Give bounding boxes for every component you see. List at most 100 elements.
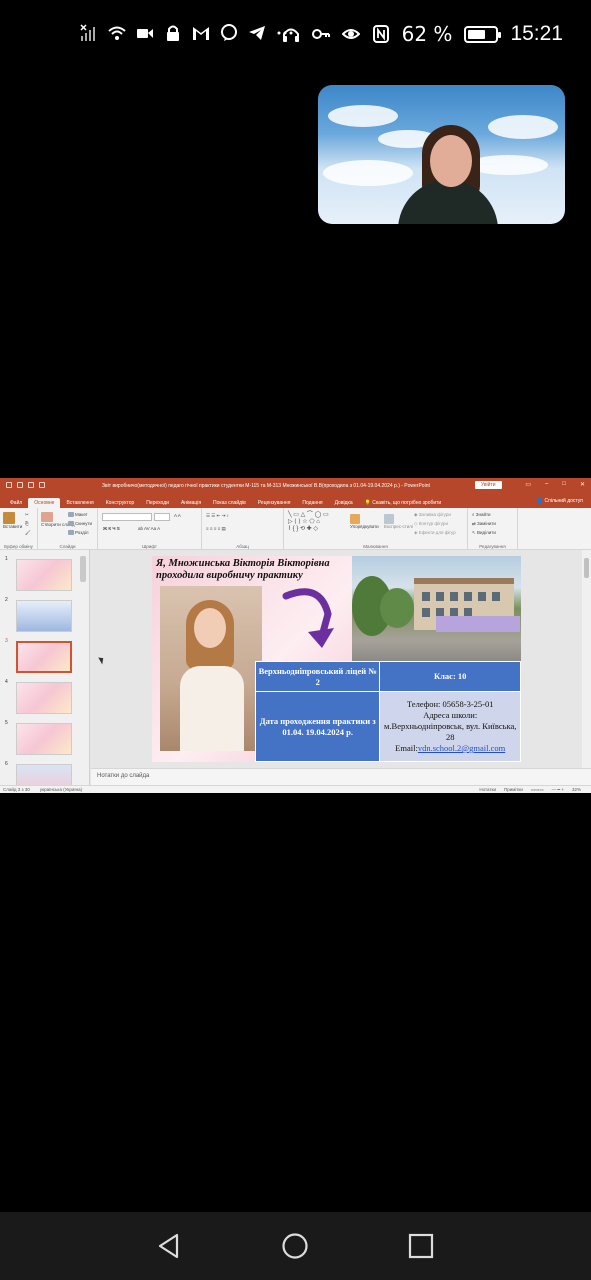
zoom-slider[interactable]: — ━ + <box>552 787 564 793</box>
reset-button[interactable]: Скинути <box>68 521 92 527</box>
group-label-drawing: Малювання <box>363 544 388 549</box>
battery-percent: 62 % <box>401 22 453 46</box>
arrange-button[interactable]: Упорядкувати <box>350 514 379 529</box>
font-size-input[interactable] <box>154 513 170 521</box>
cut-icon[interactable]: ✂ <box>25 512 29 518</box>
font-name-input[interactable] <box>102 513 152 521</box>
clock: 15:21 <box>510 22 563 45</box>
slide-thumbnail[interactable]: 2 <box>0 597 86 633</box>
find-label: Знайти <box>475 512 491 517</box>
share-button[interactable]: 👤 Спільний доступ <box>537 498 583 504</box>
slide-number: 4 <box>5 679 8 685</box>
cloud <box>328 105 398 127</box>
slide-thumbnail[interactable]: 4 <box>0 679 86 715</box>
quick-styles-icon <box>384 514 394 524</box>
tab-file[interactable]: Файл <box>4 498 28 508</box>
slide-vertical-scrollbar[interactable] <box>582 550 591 768</box>
tab-review[interactable]: Рецензування <box>252 498 297 508</box>
window <box>478 592 486 601</box>
slide-thumbnail-image <box>16 723 72 755</box>
email-link[interactable]: vdn.school.2@gmail.com <box>418 743 505 753</box>
copy-icon[interactable]: ⎘ <box>25 521 29 526</box>
tab-insert[interactable]: Вставлення <box>60 498 99 508</box>
slide-thumbnail-selected[interactable]: 3 <box>0 638 86 674</box>
ribbon-options-icon[interactable]: ▭ <box>525 481 531 488</box>
signin-button[interactable]: Увійти <box>475 481 502 489</box>
reset-icon <box>68 521 74 527</box>
shape-effects-label: Ефекти для фігур <box>418 530 456 535</box>
current-slide[interactable]: Я, Множинська Вікторія Вікторівна проход… <box>152 556 521 762</box>
language-indicator[interactable]: українська (Україна) <box>40 787 82 792</box>
slide-thumbnail[interactable]: 6 <box>0 761 86 785</box>
window <box>422 608 430 617</box>
quick-styles-button[interactable]: Експрес-стилі <box>384 514 413 529</box>
list-icons[interactable]: ☰ ☰ ⇤ ⇥ ↕ <box>206 513 229 519</box>
maximize-icon[interactable]: □ <box>562 481 566 488</box>
eye-icon <box>341 29 360 39</box>
telegram-icon <box>249 26 265 40</box>
close-icon[interactable]: ✕ <box>580 481 585 488</box>
save-icon[interactable] <box>6 482 12 488</box>
student-photo[interactable] <box>160 586 262 751</box>
person-face <box>430 135 472 187</box>
comments-toggle[interactable]: Примітки <box>504 787 523 793</box>
scrollbar-thumb[interactable] <box>584 558 589 578</box>
address-label: Адреса школи: <box>423 710 478 720</box>
school-photo[interactable] <box>352 556 521 661</box>
practice-info-table[interactable]: Верхньодніпровський ліцей № 2 Клас: 10 Д… <box>254 661 521 762</box>
tab-view[interactable]: Подання <box>296 498 328 508</box>
self-video-preview[interactable] <box>318 85 565 224</box>
present-icon[interactable] <box>39 482 45 488</box>
tree <box>380 588 414 628</box>
notification-icons <box>80 24 294 42</box>
format-painter-icon[interactable]: 🖌 <box>25 530 31 536</box>
slide-thumbnail[interactable]: 5 <box>0 720 86 756</box>
quick-access-toolbar <box>6 482 45 488</box>
tell-me-search[interactable]: 💡 Скажіть, що потрібно зробити <box>359 498 448 508</box>
zoom-level[interactable]: 32% <box>572 787 581 793</box>
tab-help[interactable]: Довідка <box>329 498 359 508</box>
ppt-status-bar: Слайд 3 з 30 українська (Україна) Нотатк… <box>0 785 591 793</box>
slide-title[interactable]: Я, Множинська Вікторія Вікторівна проход… <box>156 558 356 582</box>
school-name-cell: Верхньодніпровський ліцей № 2 <box>254 661 381 692</box>
layout-label: Макет <box>75 512 88 517</box>
tab-design[interactable]: Конструктор <box>100 498 141 508</box>
notes-toggle[interactable]: Нотатки <box>479 787 496 793</box>
redo-icon[interactable] <box>28 482 34 488</box>
layout-button[interactable]: Макет <box>68 512 88 518</box>
slide-thumbnail[interactable]: 1 <box>0 556 86 592</box>
curved-arrow-icon[interactable] <box>280 584 350 654</box>
back-icon[interactable] <box>155 1232 183 1260</box>
tell-me-label: Скажіть, що потрібно зробити <box>372 500 442 506</box>
notes-placeholder: Нотатки до слайда <box>97 773 150 779</box>
tab-animations[interactable]: Анімація <box>175 498 207 508</box>
find-button[interactable]: ⌕ Знайти <box>472 512 491 517</box>
replace-button[interactable]: ⇄ Замінити <box>472 521 496 527</box>
thumbnails-scrollbar[interactable] <box>80 556 86 582</box>
tab-transitions[interactable]: Переходи <box>140 498 175 508</box>
arrange-label: Упорядкувати <box>350 524 379 529</box>
window <box>450 592 458 601</box>
minimize-icon[interactable]: – <box>545 481 548 488</box>
shapes-gallery[interactable]: ╲ ▭ △ ⌒ ◯ ▭ ▷ ⟨ ⟩ ☆ ⬠ ⌂ ⌇ { } ⟲ ✚ ◇ <box>288 512 329 533</box>
align-icons[interactable]: ≡ ≡ ≡ ≡ ▤ <box>206 526 226 532</box>
tab-home[interactable]: Основне <box>28 498 61 508</box>
shape-outline-button[interactable]: ◇ Контур фігури <box>414 521 448 527</box>
section-button[interactable]: Розділ <box>68 530 88 536</box>
group-label-font: Шрифт <box>142 544 157 549</box>
undo-icon[interactable] <box>17 482 23 488</box>
shape-fill-button[interactable]: ◆ Заливка фігури <box>414 512 451 518</box>
font-grow-shrink-icon[interactable]: A A <box>174 513 181 518</box>
recents-icon[interactable] <box>407 1232 435 1260</box>
font-effects-icons[interactable]: ab AV Aa A <box>138 526 160 531</box>
home-icon[interactable] <box>281 1232 309 1260</box>
tab-slideshow[interactable]: Показ слайдів <box>207 498 252 508</box>
paste-button[interactable]: Вставити <box>3 512 22 529</box>
bold-italic-underline-icons[interactable]: Ж К Ч S <box>103 526 120 531</box>
normal-view-icon[interactable]: ▭▭▭ <box>531 787 544 793</box>
select-button[interactable]: ↖ Виділити <box>472 530 496 536</box>
shape-effects-button[interactable]: ◈ Ефекти для фігур <box>414 530 456 536</box>
email-row: Email:vdn.school.2@gmail.com <box>380 743 520 754</box>
shape-fill-label: Заливка фігури <box>418 512 451 517</box>
notes-pane[interactable]: Нотатки до слайда <box>91 768 591 785</box>
